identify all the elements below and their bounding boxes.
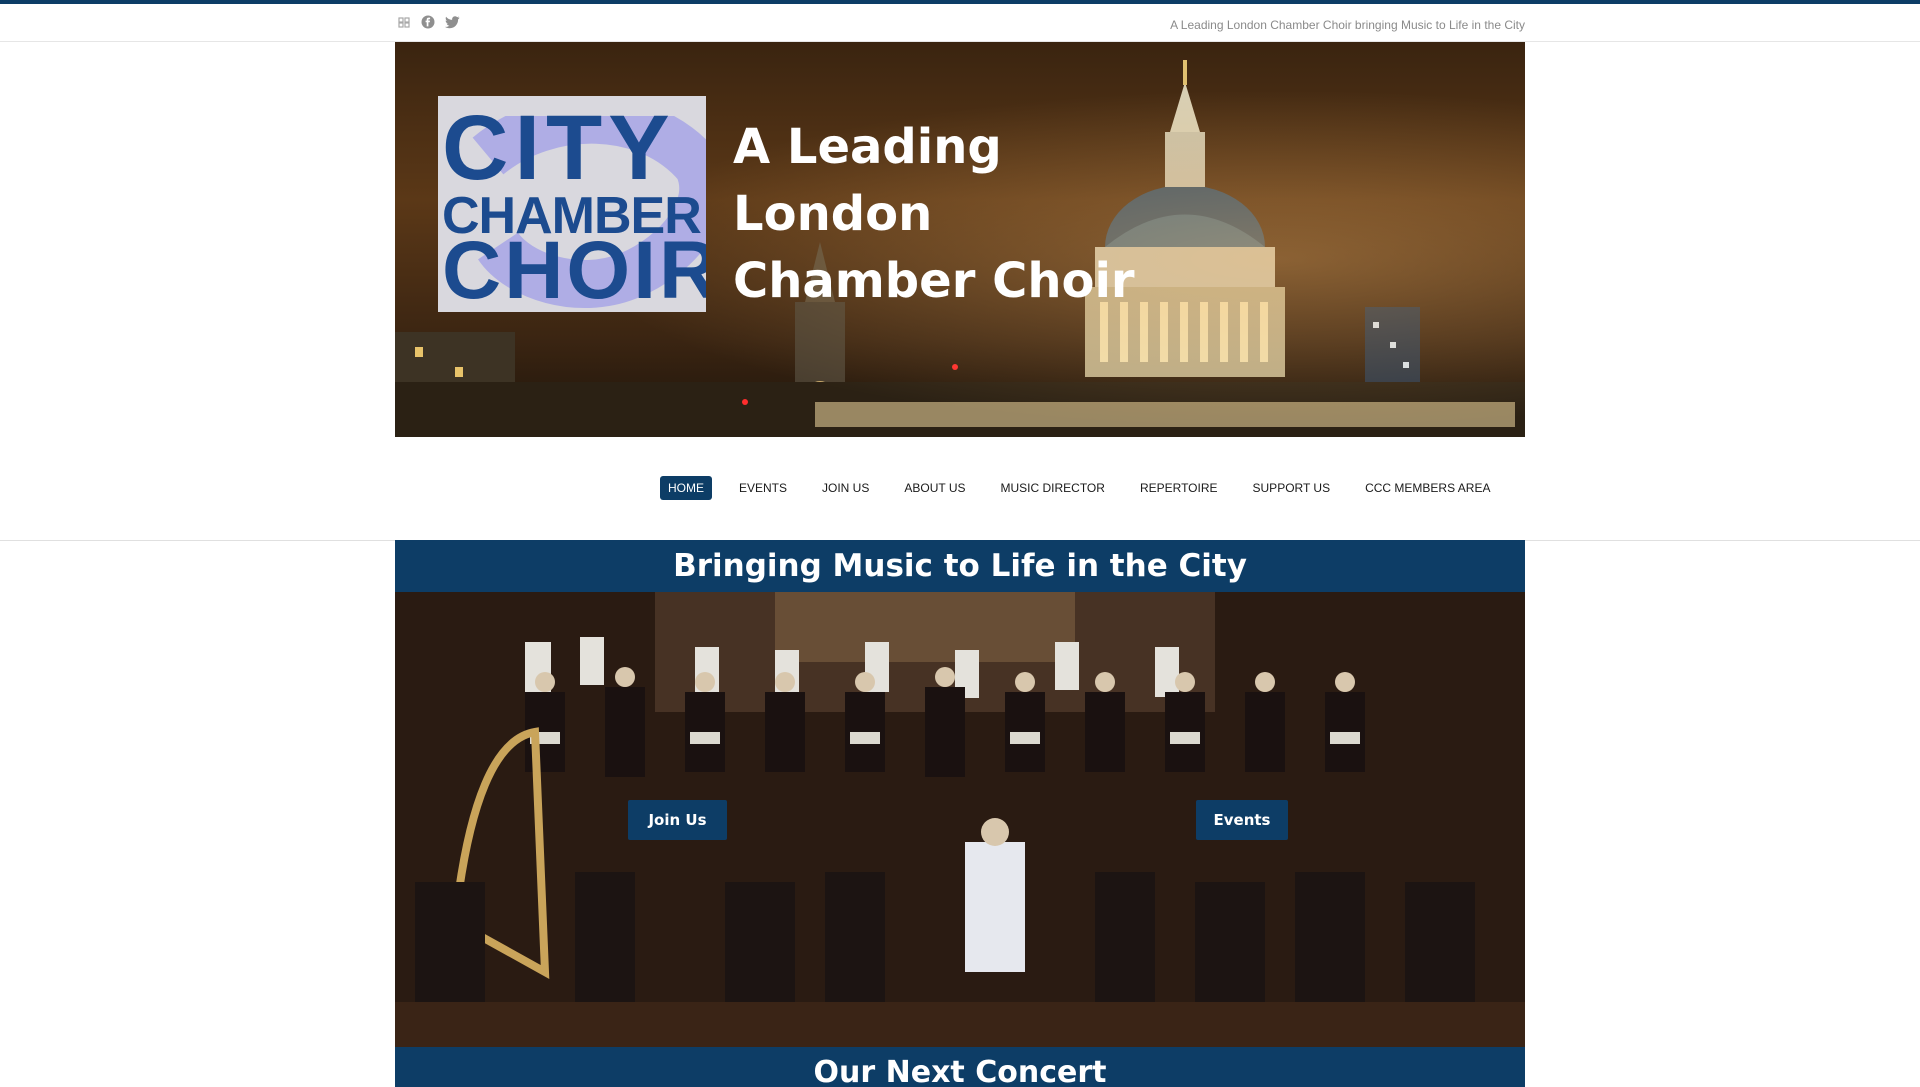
banner-headline-line1: A Leading London [733, 119, 1002, 242]
top-bar: A Leading London Chamber Choir bringing … [0, 4, 1920, 42]
banner-headline-line2: Chamber Choir [733, 253, 1135, 309]
site-tagline: A Leading London Chamber Choir bringing … [1170, 18, 1525, 32]
nav-item-support-us[interactable]: SUPPORT US [1245, 476, 1339, 500]
hero-title: Bringing Music to Life in the City [673, 548, 1247, 584]
nav-item-repertoire[interactable]: REPERTOIRE [1132, 476, 1226, 500]
nav-item-members-area[interactable]: CCC MEMBERS AREA [1357, 476, 1498, 500]
grid-icon[interactable] [398, 16, 411, 29]
nav-item-events[interactable]: EVENTS [731, 476, 795, 500]
hero-heading-bar: Bringing Music to Life in the City [395, 540, 1525, 592]
twitter-icon[interactable] [445, 15, 460, 29]
header-banner[interactable]: CITY CHAMBER CHOIR A Leading London Cham… [395, 42, 1525, 437]
next-concert-title: Our Next Concert [813, 1055, 1107, 1087]
social-links [398, 15, 460, 29]
events-button[interactable]: Events [1196, 800, 1288, 840]
nav-item-join-us[interactable]: JOIN US [814, 476, 877, 500]
join-us-button[interactable]: Join Us [628, 800, 727, 840]
choir-logo[interactable]: CITY CHAMBER CHOIR [438, 96, 706, 312]
logo-word-choir: CHOIR [442, 225, 706, 312]
hero-photo-illustration [395, 592, 1525, 1047]
nav-item-about-us[interactable]: ABOUT US [896, 476, 973, 500]
next-concert-heading-bar: Our Next Concert [395, 1047, 1525, 1087]
banner-headline: A Leading London Chamber Choir [733, 114, 1213, 315]
main-navigation: HOME EVENTS JOIN US ABOUT US MUSIC DIREC… [660, 476, 1517, 500]
nav-item-music-director[interactable]: MUSIC DIRECTOR [992, 476, 1112, 500]
facebook-icon[interactable] [421, 15, 435, 29]
hero-photo-choir-orchestra: Join Us Events [395, 592, 1525, 1047]
nav-item-home[interactable]: HOME [660, 476, 712, 500]
